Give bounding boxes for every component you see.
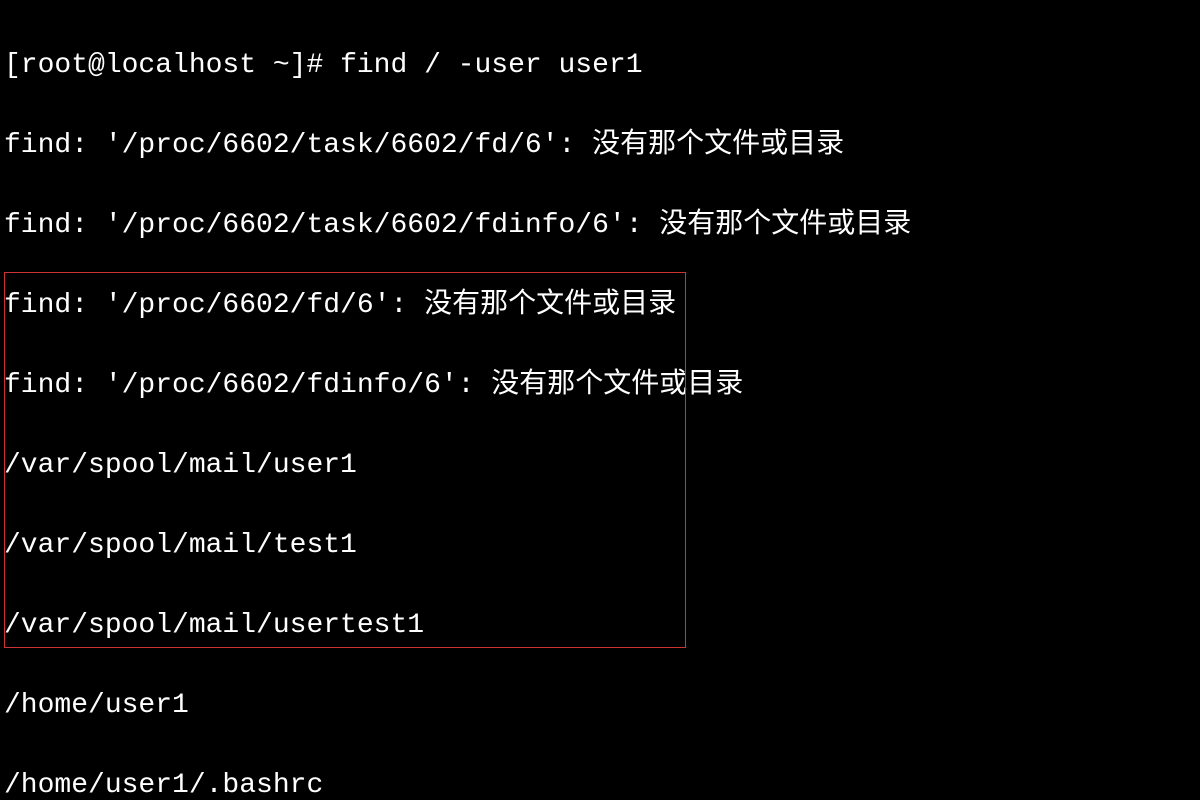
command-line: [root@localhost ~]# find / -user user1 [4, 46, 1196, 86]
output-line: /home/user1/.bashrc [4, 766, 1196, 800]
terminal[interactable]: [root@localhost ~]# find / -user user1 f… [0, 0, 1200, 800]
command-text: find / -user user1 [340, 50, 642, 81]
prompt-text: [root@localhost ~]# [4, 50, 340, 81]
output-line: /var/spool/mail/usertest1 [4, 606, 1196, 646]
output-line: find: '/proc/6602/fd/6': 没有那个文件或目录 [4, 286, 1196, 326]
output-line: /var/spool/mail/user1 [4, 446, 1196, 486]
output-line: find: '/proc/6602/fdinfo/6': 没有那个文件或目录 [4, 366, 1196, 406]
output-line: /var/spool/mail/test1 [4, 526, 1196, 566]
output-line: find: '/proc/6602/task/6602/fdinfo/6': 没… [4, 206, 1196, 246]
output-line: find: '/proc/6602/task/6602/fd/6': 没有那个文… [4, 126, 1196, 166]
output-line: /home/user1 [4, 686, 1196, 726]
